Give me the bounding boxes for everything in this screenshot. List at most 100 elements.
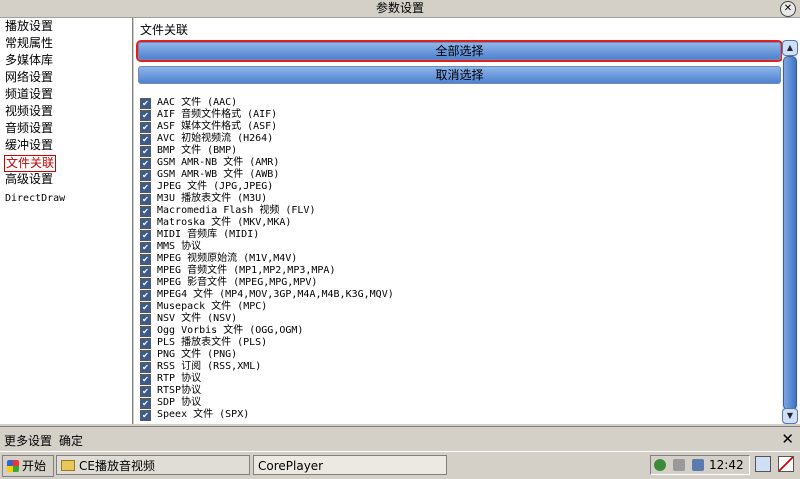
file-type-checkbox[interactable]: ✔: [140, 301, 151, 313]
sidebar-item-general[interactable]: 常规属性: [4, 36, 54, 51]
file-type-label: MPEG 影音文件 (MPEG,MPG,MPV): [157, 277, 318, 288]
file-type-row[interactable]: ✔ Matroska 文件 (MKV,MKA): [140, 217, 291, 229]
file-type-row[interactable]: ✔ SDP 协议: [140, 397, 201, 409]
file-type-row[interactable]: ✔ JPEG 文件 (JPG,JPEG): [140, 181, 273, 193]
file-type-row[interactable]: ✔ MPEG4 文件 (MP4,MOV,3GP,M4A,M4B,K3G,MQV): [140, 289, 394, 301]
file-type-row[interactable]: ✔ MPEG 音频文件 (MP1,MP2,MP3,MPA): [140, 265, 335, 277]
connection-icon[interactable]: [691, 459, 704, 471]
file-type-row[interactable]: ✔ Macromedia Flash 视频 (FLV): [140, 205, 315, 217]
start-button[interactable]: 开始: [2, 455, 54, 477]
file-type-label: AVC 初始视频流 (H264): [157, 133, 274, 144]
deselect-all-button[interactable]: 取消选择: [138, 66, 781, 84]
file-type-row[interactable]: ✔ PNG 文件 (PNG): [140, 349, 237, 361]
scroll-down-icon[interactable]: ▼: [782, 408, 798, 424]
sidebar-item-channels[interactable]: 频道设置: [4, 87, 54, 102]
command-bar: 更多设置 确定 ✕: [0, 426, 800, 451]
taskbar-item-ce-player[interactable]: CE播放音视频: [56, 455, 250, 475]
file-type-row[interactable]: ✔ BMP 文件 (BMP): [140, 145, 237, 157]
scroll-up-icon[interactable]: ▲: [782, 40, 798, 56]
file-type-row[interactable]: ✔ MPEG 影音文件 (MPEG,MPG,MPV): [140, 277, 317, 289]
file-type-checkbox[interactable]: ✔: [140, 253, 151, 265]
file-type-row[interactable]: ✔ AVC 初始视频流 (H264): [140, 133, 273, 145]
vertical-scrollbar[interactable]: ▲ ▼: [782, 40, 798, 424]
file-type-checkbox[interactable]: ✔: [140, 229, 151, 241]
scroll-thumb[interactable]: [783, 56, 797, 410]
file-type-checkbox[interactable]: ✔: [140, 349, 151, 361]
file-type-label: PNG 文件 (PNG): [157, 349, 238, 360]
sidebar-item-network[interactable]: 网络设置: [4, 70, 54, 85]
select-all-button[interactable]: 全部选择: [136, 40, 783, 62]
file-type-checkbox[interactable]: ✔: [140, 409, 151, 421]
file-type-checkbox[interactable]: ✔: [140, 361, 151, 373]
sidebar-item-directdraw[interactable]: DirectDraw: [4, 191, 66, 206]
close-icon[interactable]: ✕: [781, 430, 794, 448]
more-settings-button[interactable]: 更多设置: [4, 432, 52, 449]
sidebar-item-file-association[interactable]: 文件关联: [4, 155, 57, 172]
start-label: 开始: [22, 459, 47, 473]
file-type-row[interactable]: ✔ MMS 协议: [140, 241, 201, 253]
file-type-checkbox[interactable]: ✔: [140, 265, 151, 277]
file-type-row[interactable]: ✔ RSS 订阅 (RSS,XML): [140, 361, 261, 373]
file-type-row[interactable]: ✔ GSM AMR-NB 文件 (AMR): [140, 157, 279, 169]
file-type-row[interactable]: ✔ Musepack 文件 (MPC): [140, 301, 267, 313]
sidebar-item-advanced[interactable]: 高级设置: [4, 172, 54, 187]
task-label: CE播放音视频: [79, 459, 155, 473]
desktop-icon[interactable]: [755, 456, 771, 472]
file-type-label: GSM AMR-WB 文件 (AWB): [157, 169, 280, 180]
file-type-checkbox[interactable]: ✔: [140, 145, 151, 157]
file-type-checkbox[interactable]: ✔: [140, 325, 151, 337]
file-type-checkbox[interactable]: ✔: [140, 385, 151, 397]
file-type-checkbox[interactable]: ✔: [140, 241, 151, 253]
file-type-row[interactable]: ✔ M3U 播放表文件 (M3U): [140, 193, 267, 205]
file-type-checkbox[interactable]: ✔: [140, 397, 151, 409]
file-type-label: GSM AMR-NB 文件 (AMR): [157, 157, 280, 168]
file-type-row[interactable]: ✔ PLS 播放表文件 (PLS): [140, 337, 267, 349]
file-type-row[interactable]: ✔ RTP 协议: [140, 373, 201, 385]
file-type-row[interactable]: ✔ MIDI 音频库 (MIDI): [140, 229, 259, 241]
sidebar-item-buffer[interactable]: 缓冲设置: [4, 138, 54, 153]
file-type-checkbox[interactable]: ✔: [140, 169, 151, 181]
sidebar-item-video[interactable]: 视频设置: [4, 104, 54, 119]
file-type-checkbox[interactable]: ✔: [140, 289, 151, 301]
file-type-label: MPEG 音频文件 (MP1,MP2,MP3,MPA): [157, 265, 336, 276]
mute-icon[interactable]: [778, 456, 794, 472]
file-type-checkbox[interactable]: ✔: [140, 217, 151, 229]
file-type-checkbox[interactable]: ✔: [140, 157, 151, 169]
file-type-checkbox[interactable]: ✔: [140, 133, 151, 145]
file-type-row[interactable]: ✔ Ogg Vorbis 文件 (OGG,OGM): [140, 325, 303, 337]
file-type-row[interactable]: ✔ NSV 文件 (NSV): [140, 313, 237, 325]
sidebar-item-media-library[interactable]: 多媒体库: [4, 53, 54, 68]
file-type-checkbox[interactable]: ✔: [140, 121, 151, 133]
file-type-checkbox[interactable]: ✔: [140, 109, 151, 121]
file-type-label: Speex 文件 (SPX): [157, 409, 250, 420]
file-type-label: AAC 文件 (AAC): [157, 97, 238, 108]
file-type-checkbox[interactable]: ✔: [140, 181, 151, 193]
file-type-checkbox[interactable]: ✔: [140, 373, 151, 385]
file-type-label: ASF 媒体文件格式 (ASF): [157, 121, 278, 132]
file-type-checkbox[interactable]: ✔: [140, 205, 151, 217]
file-type-checkbox[interactable]: ✔: [140, 337, 151, 349]
file-type-row[interactable]: ✔ AAC 文件 (AAC): [140, 97, 237, 109]
network-icon[interactable]: [654, 459, 666, 471]
file-type-label: MMS 协议: [157, 241, 202, 252]
file-type-row[interactable]: ✔ ASF 媒体文件格式 (ASF): [140, 121, 277, 133]
file-type-row[interactable]: ✔ Speex 文件 (SPX): [140, 409, 249, 421]
sidebar-item-playback[interactable]: 播放设置: [4, 19, 54, 34]
file-type-checkbox[interactable]: ✔: [140, 97, 151, 109]
file-type-checkbox[interactable]: ✔: [140, 193, 151, 205]
file-type-row[interactable]: ✔ AIF 音频文件格式 (AIF): [140, 109, 277, 121]
taskbar-item-coreplayer[interactable]: CorePlayer: [253, 455, 447, 475]
file-association-panel: 文件关联 全部选择 取消选择 ✔ AAC 文件 (AAC) ✔ AIF 音频文件格式 …: [134, 18, 800, 424]
file-type-row[interactable]: ✔ GSM AMR-WB 文件 (AWB): [140, 169, 279, 181]
sidebar-item-audio[interactable]: 音频设置: [4, 121, 54, 136]
file-type-row[interactable]: ✔ MPEG 视频原始流 (M1V,M4V): [140, 253, 297, 265]
folder-icon: [61, 460, 75, 471]
file-type-checkbox[interactable]: ✔: [140, 313, 151, 325]
file-type-checkbox[interactable]: ✔: [140, 277, 151, 289]
ok-button[interactable]: 确定: [59, 432, 83, 449]
file-type-label: M3U 播放表文件 (M3U): [157, 193, 268, 204]
usb-icon[interactable]: [672, 459, 685, 471]
file-type-row[interactable]: ✔ RTSP协议: [140, 385, 201, 397]
close-icon[interactable]: ✕: [780, 1, 796, 17]
clock: 12:42: [709, 458, 744, 472]
